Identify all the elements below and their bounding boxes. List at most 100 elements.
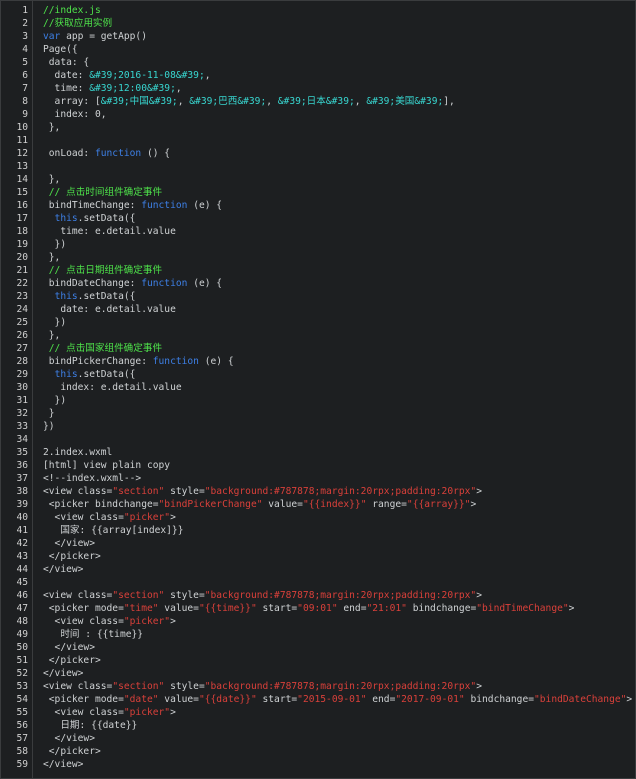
code-line: } xyxy=(43,407,635,420)
code-token-plain: <view class= xyxy=(43,512,124,523)
code-token-plain: ], xyxy=(443,96,455,107)
code-token-plain: 2.index.wxml xyxy=(43,447,113,458)
code-token-plain: start= xyxy=(256,694,298,705)
code-line: </view> xyxy=(43,641,635,654)
code-token-plain: value= xyxy=(262,499,303,510)
code-token-string: "background:#787878;margin:20rpx;padding… xyxy=(204,590,477,601)
code-line: </picker> xyxy=(43,745,635,758)
line-number: 4 xyxy=(22,44,28,55)
code-token-literal: &#39;巴西&#39; xyxy=(189,96,267,107)
code-token-plain: 时间 : {{time}} xyxy=(43,629,144,640)
code-token-string: "21:01" xyxy=(366,603,407,614)
code-token-plain: <view class= xyxy=(43,616,124,627)
line-number: 13 xyxy=(16,161,28,172)
code-token-plain: <view class= xyxy=(43,707,124,718)
code-token-comment: //获取应用实例 xyxy=(43,18,113,29)
code-token-plain: }) xyxy=(43,395,67,406)
line-number: 16 xyxy=(16,200,28,211)
line-number: 18 xyxy=(16,226,28,237)
line-number: 42 xyxy=(16,538,28,549)
code-token-plain: }, xyxy=(43,252,61,263)
code-token-plain: 日期: {{date}} xyxy=(43,720,138,731)
code-token-string: "section" xyxy=(112,486,165,497)
code-token-plain: end= xyxy=(366,694,396,705)
code-token-plain: <picker mode= xyxy=(43,603,124,614)
line-number: 46 xyxy=(16,590,28,601)
code-token-plain: , xyxy=(354,96,367,107)
code-token-plain: <view class= xyxy=(43,681,113,692)
line-number: 57 xyxy=(16,733,28,744)
code-line: this.setData({ xyxy=(43,212,635,225)
code-token-keyword: this xyxy=(54,291,78,302)
line-number: 19 xyxy=(16,239,28,250)
code-token-string: "section" xyxy=(112,681,165,692)
code-token-plain: bindTimeChange: xyxy=(43,200,142,211)
code-token-plain: time: e.detail.value xyxy=(43,226,176,237)
code-line: 时间 : {{time}} xyxy=(43,628,635,641)
code-token-comment: // 点击国家组件确定事件 xyxy=(43,343,163,354)
code-line: </view> xyxy=(43,537,635,550)
line-number: 34 xyxy=(16,434,28,445)
line-number: 23 xyxy=(16,291,28,302)
code-line: bindTimeChange: function (e) { xyxy=(43,199,635,212)
code-line: }, xyxy=(43,329,635,342)
code-token-plain: }, xyxy=(43,174,61,185)
code-token-keyword: this xyxy=(54,369,78,380)
code-line: }, xyxy=(43,251,635,264)
line-number: 40 xyxy=(16,512,28,523)
code-token-plain: (e) { xyxy=(187,200,223,211)
line-number: 56 xyxy=(16,720,28,731)
code-token-string: "{{array}}" xyxy=(406,499,471,510)
code-line: 2.index.wxml xyxy=(43,446,635,459)
line-number: 8 xyxy=(22,96,28,107)
line-number: 50 xyxy=(16,642,28,653)
code-token-plain: > xyxy=(476,681,482,692)
code-token-plain: date: e.detail.value xyxy=(43,304,176,315)
code-token-plain: .setData({ xyxy=(77,369,136,380)
line-number: 5 xyxy=(22,57,28,68)
code-token-plain: Page({ xyxy=(43,44,78,55)
code-token-plain: bindchange= xyxy=(464,694,534,705)
code-token-plain: </view> xyxy=(43,733,95,744)
code-token-keyword: function xyxy=(141,200,188,211)
code-token-plain: > xyxy=(170,616,176,627)
line-number: 30 xyxy=(16,382,28,393)
code-token-plain: </picker> xyxy=(43,746,101,757)
line-number: 44 xyxy=(16,564,28,575)
code-token-plain: (e) { xyxy=(198,356,234,367)
code-token-plain: } xyxy=(43,408,55,419)
line-number: 15 xyxy=(16,187,28,198)
code-line: </view> xyxy=(43,667,635,680)
code-line: <view class="section" style="background:… xyxy=(43,485,635,498)
code-token-plain: }) xyxy=(43,317,67,328)
line-number: 3 xyxy=(22,31,28,42)
code-token-plain: bindPickerChange: xyxy=(43,356,153,367)
code-area[interactable]: //index.js//获取应用实例 var app = getApp() Page… xyxy=(33,1,635,778)
code-line: <view class="section" style="background:… xyxy=(43,680,635,693)
code-token-plain: <view class= xyxy=(43,590,113,601)
code-line: Page({ xyxy=(43,43,635,56)
code-token-string: "background:#787878;margin:20rpx;padding… xyxy=(204,486,477,497)
line-number: 41 xyxy=(16,525,28,536)
line-number: 29 xyxy=(16,369,28,380)
line-number: 14 xyxy=(16,174,28,185)
line-number: 45 xyxy=(16,577,28,588)
line-number: 25 xyxy=(16,317,28,328)
code-token-plain: > xyxy=(476,590,482,601)
code-line: var app = getApp() xyxy=(43,30,635,43)
code-token-string: "09:01" xyxy=(297,603,338,614)
code-token-plain: () { xyxy=(141,148,171,159)
line-number: 12 xyxy=(16,148,28,159)
code-line: </picker> xyxy=(43,654,635,667)
code-token-keyword: function xyxy=(141,278,188,289)
code-line: <view class="section" style="background:… xyxy=(43,589,635,602)
code-token-plain: style= xyxy=(164,681,205,692)
code-token-literal: &#39;美国&#39; xyxy=(366,96,444,107)
code-token-plain: , xyxy=(175,83,182,94)
line-number: 10 xyxy=(16,122,28,133)
